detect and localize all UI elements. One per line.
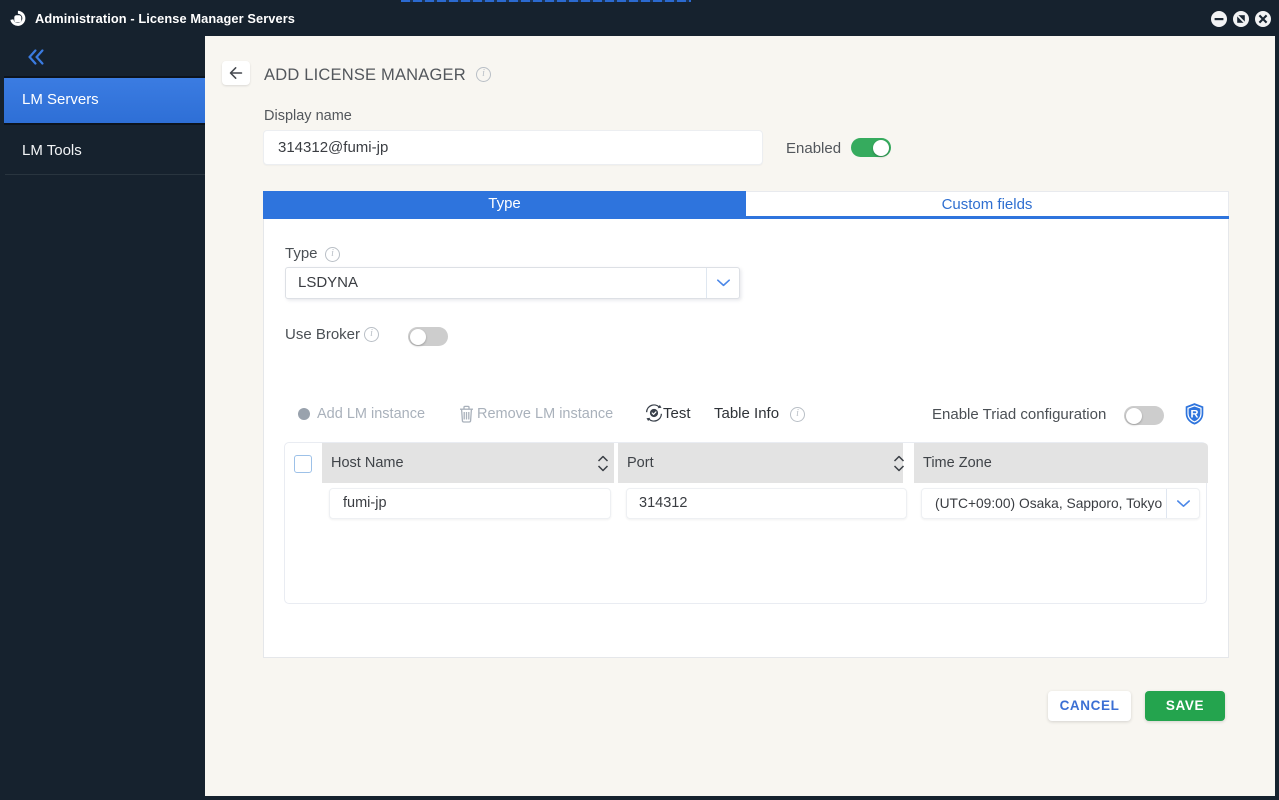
svg-text:R: R <box>1191 409 1199 421</box>
